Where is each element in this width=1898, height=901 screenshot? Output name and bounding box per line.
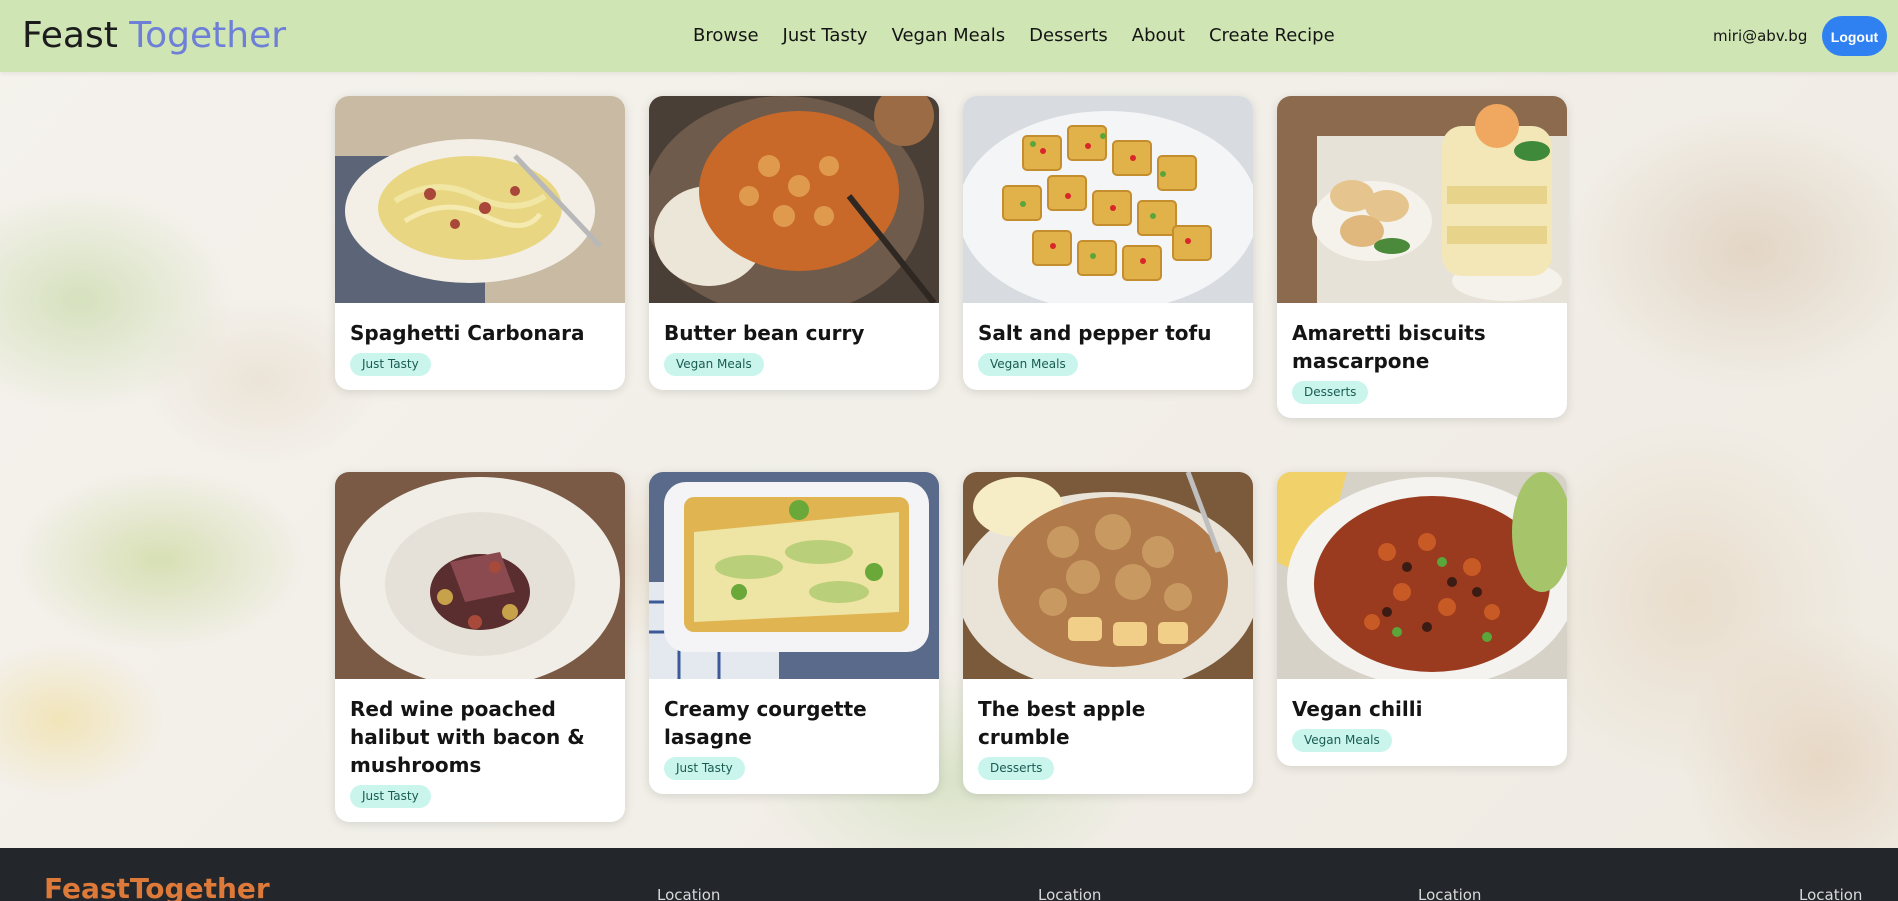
butter-bean-curry-photo[interactable] [649, 96, 939, 303]
category-badge: Vegan Meals [1292, 729, 1392, 752]
recipe-title[interactable]: Butter bean curry [664, 319, 924, 347]
recipe-card[interactable]: Butter bean curry Vegan Meals [649, 96, 939, 390]
category-badge: Just Tasty [350, 785, 431, 808]
nav-just-tasty[interactable]: Just Tasty [783, 23, 868, 49]
main-nav: Browse Just Tasty Vegan Meals Desserts A… [693, 23, 1359, 49]
nav-browse[interactable]: Browse [693, 23, 759, 49]
recipe-card[interactable]: Vegan chilli Vegan Meals [1277, 472, 1567, 766]
recipe-card[interactable]: Salt and pepper tofu Vegan Meals [963, 96, 1253, 390]
nav-desserts[interactable]: Desserts [1029, 23, 1108, 49]
amaretti-mascarpone-photo[interactable] [1277, 96, 1567, 303]
footer-column-location: Location [657, 886, 721, 901]
category-badge: Just Tasty [664, 757, 745, 780]
recipe-card[interactable]: Amaretti biscuits mascarpone Desserts [1277, 96, 1567, 418]
recipe-card[interactable]: Creamy courgette lasagne Just Tasty [649, 472, 939, 794]
nav-create-recipe[interactable]: Create Recipe [1209, 23, 1335, 49]
category-badge: Desserts [978, 757, 1055, 780]
vegan-chilli-photo[interactable] [1277, 472, 1567, 679]
recipe-title[interactable]: Vegan chilli [1292, 695, 1552, 723]
category-badge: Vegan Meals [664, 353, 764, 376]
background-overlay [0, 0, 1898, 848]
recipe-title[interactable]: Amaretti biscuits mascarpone [1292, 319, 1552, 375]
category-badge: Just Tasty [350, 353, 431, 376]
nav-about[interactable]: About [1132, 23, 1185, 49]
footer-column-location: Location [1799, 886, 1863, 901]
top-navbar: Feast Together Browse Just Tasty Vegan M… [0, 0, 1898, 72]
courgette-lasagne-photo[interactable] [649, 472, 939, 679]
recipe-card[interactable]: Spaghetti Carbonara Just Tasty [335, 96, 625, 390]
category-badge: Desserts [1292, 381, 1369, 404]
recipe-title[interactable]: The best apple crumble [978, 695, 1238, 751]
brand-part-feast: Feast [22, 15, 118, 56]
site-footer: FeastTogether Location Location Location… [0, 848, 1898, 901]
recipe-title[interactable]: Red wine poached halibut with bacon & mu… [350, 695, 610, 779]
salt-pepper-tofu-photo[interactable] [963, 96, 1253, 303]
recipe-title[interactable]: Salt and pepper tofu [978, 319, 1238, 347]
footer-column-location: Location [1418, 886, 1482, 901]
logout-button[interactable]: Logout [1822, 16, 1887, 56]
recipe-card[interactable]: The best apple crumble Desserts [963, 472, 1253, 794]
brand-part-together: Together [129, 15, 287, 56]
halibut-photo[interactable] [335, 472, 625, 679]
recipe-title[interactable]: Spaghetti Carbonara [350, 319, 610, 347]
recipe-card[interactable]: Red wine poached halibut with bacon & mu… [335, 472, 625, 822]
recipe-title[interactable]: Creamy courgette lasagne [664, 695, 924, 751]
nav-vegan-meals[interactable]: Vegan Meals [892, 23, 1006, 49]
brand-logo[interactable]: Feast Together [22, 14, 286, 58]
spaghetti-carbonara-photo[interactable] [335, 96, 625, 303]
user-email: miri@abv.bg [1713, 27, 1808, 45]
apple-crumble-photo[interactable] [963, 472, 1253, 679]
footer-brand: FeastTogether [44, 872, 270, 901]
category-badge: Vegan Meals [978, 353, 1078, 376]
footer-column-location: Location [1038, 886, 1102, 901]
